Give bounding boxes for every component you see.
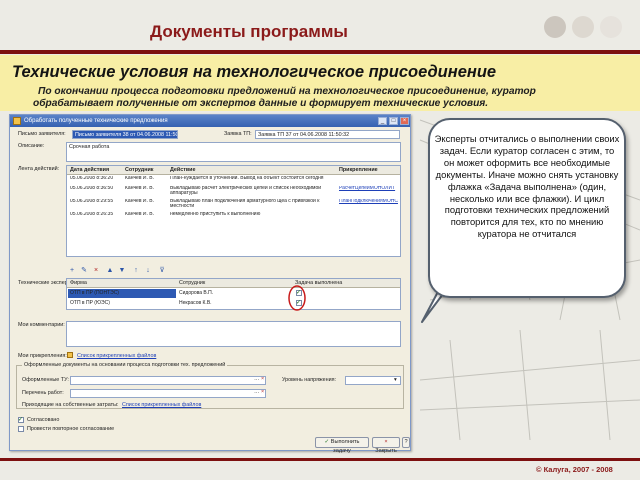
folder-icon <box>67 352 73 358</box>
files-label: Приходящие на собственные затраты: <box>22 402 119 408</box>
documents-group-title: Оформленные документы на основании проце… <box>22 362 228 368</box>
cell-firm: ОТП в ПР (ПОНТЭС) <box>68 289 176 298</box>
dialog-titlebar: Обработать полученные технические предло… <box>10 115 410 127</box>
actions-table: Дата действия Сотрудник Действие Прикреп… <box>66 165 401 257</box>
move-up-icon[interactable]: ▲ <box>106 267 114 275</box>
repeat-checkbox[interactable] <box>18 426 24 432</box>
cell-employee: Канчев И. В. <box>125 176 154 181</box>
cell-action: немедленно приступить к выполнению <box>170 212 261 217</box>
col-date[interactable]: Дата действия <box>70 166 109 175</box>
close-icon[interactable]: × <box>400 117 409 125</box>
attach-link[interactable]: Список прикрепленных файлов <box>77 353 156 359</box>
letter-field[interactable]: Письмо заявителя 38 от 04.06.2008 11:50:… <box>72 130 178 139</box>
select-dots-icon[interactable]: … <box>254 376 259 382</box>
comment-field[interactable] <box>66 321 401 347</box>
cell-action: Выкладываю план подключения арматурного … <box>170 199 320 210</box>
table-row[interactable]: 05.06.2008 8:36:50 Канчев И. В. Выкладыв… <box>67 186 400 196</box>
close-label: Закрыть <box>375 448 397 454</box>
cell-employee: Канчев И. В. <box>125 199 154 204</box>
col-employee[interactable]: Сотрудник <box>125 166 153 175</box>
cell-firm: ОТП в ПР (ЮЭС) <box>70 300 110 306</box>
sort-desc-icon[interactable]: ↓ <box>144 267 152 275</box>
check-icon: ✓ <box>18 417 24 423</box>
dialog-window: Обработать полученные технические предло… <box>9 114 411 454</box>
experts-table: Фирма Сотрудник Задача выполнена ОТП в П… <box>66 278 401 310</box>
slide-subtitle: Технические условия на технологическое п… <box>12 63 497 81</box>
col-expert[interactable]: Сотрудник <box>179 279 205 288</box>
decor-dot-3 <box>600 16 622 38</box>
works-field[interactable] <box>70 389 266 398</box>
clear-icon[interactable]: × <box>261 389 264 395</box>
slide-description: По окончании процесса подготовки предлож… <box>33 86 536 109</box>
letter-label: Письмо заявителя: <box>18 131 66 137</box>
attachment-link[interactable]: ПланПодключенияМОНС <box>339 199 399 204</box>
attachment-link[interactable]: РасчетЦепейМОНОЛИТ <box>339 186 399 191</box>
highlight-ellipse <box>288 285 306 311</box>
dialog-title: Обработать полученные технические предло… <box>24 118 168 124</box>
cell-expert: Сидорова В.П. <box>179 290 214 296</box>
decor-dot-1 <box>544 16 566 38</box>
cell-expert: Некрасов К.В. <box>179 300 212 306</box>
app-icon <box>13 117 21 125</box>
cell-date: 05.06.2008 8:29:55 <box>70 199 114 204</box>
tu-label: Оформленные ТУ: <box>22 377 69 383</box>
comment-label: Мои комментарии: <box>18 322 65 328</box>
select-dots-icon[interactable]: … <box>254 389 259 395</box>
close-icon: × <box>384 439 388 445</box>
cell-action: План-нуждается в уточнении. Вывод на объ… <box>170 176 324 181</box>
table-row[interactable]: ОТП в ПР (ЮЭС) Некрасов К.В. ✓ <box>67 299 400 308</box>
sort-asc-icon[interactable]: ↑ <box>132 267 140 275</box>
minimize-icon[interactable]: _ <box>378 117 387 125</box>
tu-field[interactable] <box>70 376 266 385</box>
callout-text: Эксперты отчитались о выполнении своих з… <box>434 133 620 240</box>
maximize-icon[interactable]: □ <box>389 117 398 125</box>
execute-task-button[interactable]: ✓ Выполнить задачу <box>315 437 369 454</box>
delete-icon[interactable]: × <box>92 267 100 275</box>
footer-divider <box>0 458 640 461</box>
page-title: Документы программы <box>150 22 348 41</box>
edit-icon[interactable]: ✎ <box>80 267 88 275</box>
help-button[interactable]: ? <box>402 437 410 448</box>
voltage-select[interactable] <box>345 376 401 385</box>
attach-label: Мои прикрепления: <box>18 353 67 359</box>
request-field[interactable]: Заявка ТП 37 от 04.06.2008 11:50:32 <box>255 130 400 139</box>
files-link[interactable]: Список прикрепленных файлов <box>122 402 201 408</box>
table-row[interactable]: 05.06.2008 8:26:35 Канчев И. В. немедлен… <box>67 212 400 222</box>
agreement-label: Согласовано <box>27 417 60 423</box>
experts-table-header: Фирма Сотрудник Задача выполнена <box>67 279 400 288</box>
description-label: Описание: <box>18 143 45 149</box>
cell-employee: Канчев И. В. <box>125 212 154 217</box>
cell-action: Выкладываю расчет электрических цепей и … <box>170 186 322 197</box>
callout-tail-cover <box>452 248 480 260</box>
add-icon[interactable]: + <box>68 267 76 275</box>
description-field[interactable]: Срочная работа <box>66 142 401 162</box>
decor-dot-2 <box>572 16 594 38</box>
move-down-icon[interactable]: ▼ <box>118 267 126 275</box>
table-row[interactable]: ОТП в ПР (ПОНТЭС) Сидорова В.П. ✓ <box>67 289 400 298</box>
repeat-label: Провести повторное согласование <box>27 426 115 432</box>
table-row[interactable]: 05.06.2008 8:36:20 Канчев И. В. План-нуж… <box>67 176 400 186</box>
works-label: Перечень работ: <box>22 390 64 396</box>
cell-date: 05.06.2008 8:36:50 <box>70 186 114 191</box>
table-row[interactable]: 05.06.2008 8:29:55 Канчев И. В. Выкладыв… <box>67 199 400 209</box>
footer-copyright: © Калуга, 2007 - 2008 <box>536 465 613 474</box>
col-firm[interactable]: Фирма <box>70 279 87 288</box>
cell-date: 05.06.2008 8:26:35 <box>70 212 114 217</box>
cell-date: 05.06.2008 8:36:20 <box>70 176 114 181</box>
filter-icon[interactable]: ⊽ <box>158 267 166 275</box>
col-action[interactable]: Действие <box>170 166 195 175</box>
voltage-label: Уровень напряжения: <box>282 377 337 383</box>
cell-employee: Канчев И. В. <box>125 186 154 191</box>
chevron-down-icon[interactable]: ▾ <box>394 377 397 383</box>
close-button[interactable]: × Закрыть <box>372 437 400 454</box>
request-label: Заявка ТП: <box>224 131 252 137</box>
actions-label: Лента действий: <box>18 166 60 172</box>
actions-table-header: Дата действия Сотрудник Действие Прикреп… <box>67 166 400 175</box>
clear-icon[interactable]: × <box>261 376 264 382</box>
header-divider <box>0 50 640 54</box>
col-attach[interactable]: Прикрепление <box>339 166 378 175</box>
